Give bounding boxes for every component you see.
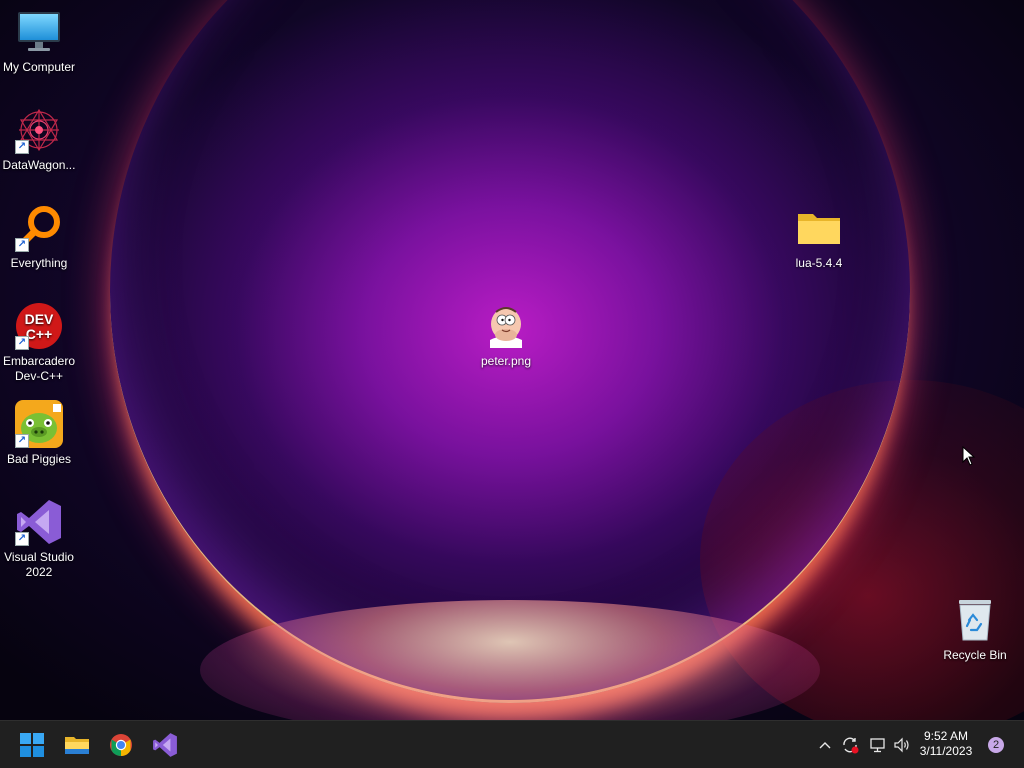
mouse-cursor-icon — [962, 445, 976, 471]
visual-studio-taskbar-button[interactable] — [149, 729, 181, 761]
desktop-icon-label: Recycle Bin — [943, 648, 1007, 662]
file-explorer-button[interactable] — [61, 729, 93, 761]
desktop-icon-label: Visual Studio 2022 — [4, 550, 74, 579]
desktop-icon-datawagon[interactable]: ↗ DataWagon... — [0, 106, 78, 173]
desktop-icon-my-computer[interactable]: My Computer — [0, 8, 78, 75]
speaker-icon — [894, 737, 909, 753]
desktop-icon-peter-png[interactable]: peter.png — [467, 302, 545, 369]
visual-studio-icon — [153, 733, 177, 757]
visual-studio-icon: ↗ — [15, 498, 63, 546]
desktop[interactable]: My Computer ↗ DataWagon... ↗ Everything … — [0, 0, 1024, 720]
chrome-icon — [110, 734, 132, 756]
chevron-up-icon — [819, 742, 831, 749]
clock-date: 3/11/2023 — [919, 744, 973, 758]
start-button[interactable] — [16, 729, 48, 761]
image-file-icon — [482, 302, 530, 350]
desktop-icon-recycle-bin[interactable]: Recycle Bin — [936, 596, 1014, 663]
desktop-icon-label: DataWagon... — [2, 158, 76, 172]
svg-text:DEV: DEV — [25, 311, 54, 327]
network-icon — [870, 738, 885, 753]
desktop-icon-label: My Computer — [2, 60, 76, 74]
desktop-icon-visual-studio[interactable]: ↗ Visual Studio 2022 — [0, 498, 78, 580]
volume-button[interactable] — [890, 721, 914, 768]
folder-icon — [65, 737, 89, 754]
desktop-icon-label: Embarcadero Dev-C++ — [2, 354, 76, 383]
windows-logo-icon — [20, 733, 44, 757]
sync-error-icon — [843, 737, 859, 754]
chrome-button[interactable] — [105, 729, 137, 761]
folder-icon — [795, 204, 843, 252]
dev-cpp-icon: DEV C++ ↗ — [15, 302, 63, 350]
desktop-icon-label: Bad Piggies — [6, 452, 72, 466]
desktop-icon-everything[interactable]: ↗ Everything — [0, 204, 78, 271]
everything-search-icon: ↗ — [15, 204, 63, 252]
desktop-icon-label: lua-5.4.4 — [795, 256, 843, 270]
datawagon-icon: ↗ — [15, 106, 63, 154]
notification-badge[interactable]: 2 — [988, 737, 1004, 753]
taskbar: 9:52 AM 3/11/2023 2 — [0, 720, 1024, 768]
desktop-icon-label: Everything — [10, 256, 68, 270]
shortcut-arrow-icon: ↗ — [15, 434, 29, 448]
recycle-bin-icon — [951, 596, 999, 644]
monitor-icon — [15, 8, 63, 56]
svg-text:C++: C++ — [26, 326, 52, 342]
shortcut-arrow-icon: ↗ — [15, 532, 29, 546]
desktop-icon-bad-piggies[interactable]: ↗ Bad Piggies — [0, 400, 78, 467]
clock-button[interactable]: 9:52 AM 3/11/2023 — [916, 729, 976, 759]
bad-piggies-icon: ↗ — [15, 400, 63, 448]
show-hidden-icons-button[interactable] — [814, 721, 836, 768]
sync-status-button[interactable] — [838, 721, 862, 768]
shortcut-arrow-icon: ↗ — [15, 238, 29, 252]
desktop-icon-lua-folder[interactable]: lua-5.4.4 — [780, 204, 858, 271]
shortcut-arrow-icon: ↗ — [15, 336, 29, 350]
desktop-icon-dev-cpp[interactable]: DEV C++ ↗ Embarcadero Dev-C++ — [0, 302, 78, 384]
network-button[interactable] — [866, 721, 890, 768]
shortcut-arrow-icon: ↗ — [15, 140, 29, 154]
clock-time: 9:52 AM — [923, 729, 969, 743]
desktop-icon-label: peter.png — [480, 354, 532, 368]
